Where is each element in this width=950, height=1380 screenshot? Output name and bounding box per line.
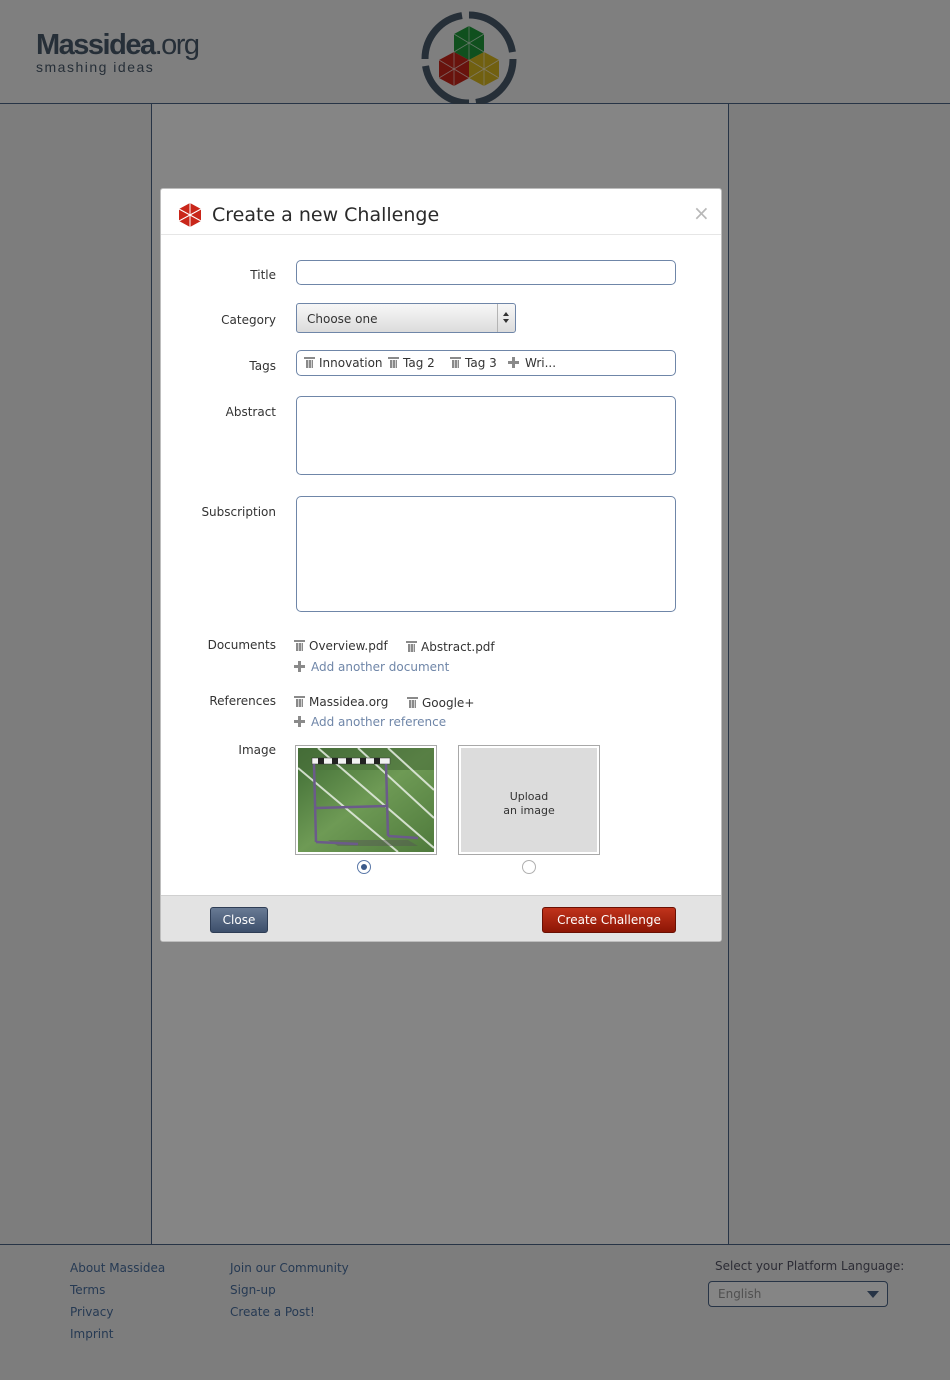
tags-input[interactable]: Innovation Tag 2 Tag 3 Wri... <box>296 350 676 376</box>
image-radio-uploaded[interactable] <box>357 860 371 874</box>
massidea-cube-icon <box>178 203 202 227</box>
upload-label-line1: Upload <box>509 790 549 803</box>
modal-footer: Close Create Challenge <box>161 895 721 941</box>
plus-icon <box>294 716 305 727</box>
plus-icon <box>508 357 519 368</box>
create-challenge-button[interactable]: Create Challenge <box>542 907 676 933</box>
tag-chip: Innovation <box>304 356 383 370</box>
trash-icon[interactable] <box>294 696 305 707</box>
trash-icon[interactable] <box>304 357 315 368</box>
trash-icon[interactable] <box>388 357 399 368</box>
create-challenge-modal: Create a new Challenge × Title Category … <box>160 188 722 942</box>
references-label: References <box>209 694 276 708</box>
document-item: Overview.pdf <box>294 639 388 653</box>
category-label: Category <box>221 313 276 327</box>
reference-item: Google+ <box>407 696 474 710</box>
abstract-label: Abstract <box>225 405 276 419</box>
upload-label-line2: an image <box>503 804 555 817</box>
add-document-link[interactable]: Add another document <box>294 660 449 674</box>
category-selected-value: Choose one <box>307 312 378 326</box>
document-item: Abstract.pdf <box>406 640 495 654</box>
close-button[interactable]: Close <box>210 907 268 933</box>
documents-label: Documents <box>207 638 276 652</box>
image-radio-upload[interactable] <box>522 860 536 874</box>
reference-item: Massidea.org <box>294 695 388 709</box>
upload-image-option[interactable]: Upload an image <box>458 745 600 855</box>
tags-label: Tags <box>249 359 276 373</box>
trash-icon[interactable] <box>450 357 461 368</box>
trash-icon[interactable] <box>294 640 305 651</box>
image-label: Image <box>238 743 276 757</box>
tag-chip: Tag 2 <box>388 356 435 370</box>
tag-new-entry[interactable]: Wri... <box>508 356 556 370</box>
tag-chip: Tag 3 <box>450 356 497 370</box>
plus-icon <box>294 661 305 672</box>
title-input[interactable] <box>296 260 676 285</box>
title-label: Title <box>250 268 276 282</box>
select-arrows-icon <box>497 304 515 332</box>
close-icon[interactable]: × <box>693 203 710 223</box>
abstract-textarea[interactable] <box>296 396 676 475</box>
uploaded-image-option[interactable] <box>295 745 437 855</box>
hurdle-photo <box>298 748 434 852</box>
subscription-textarea[interactable] <box>296 496 676 612</box>
modal-title: Create a new Challenge <box>212 204 440 226</box>
add-reference-link[interactable]: Add another reference <box>294 715 446 729</box>
subscription-label: Subscription <box>201 505 276 519</box>
trash-icon[interactable] <box>406 641 417 652</box>
trash-icon[interactable] <box>407 697 418 708</box>
modal-header: Create a new Challenge × <box>161 189 721 235</box>
category-select[interactable]: Choose one <box>296 303 516 333</box>
